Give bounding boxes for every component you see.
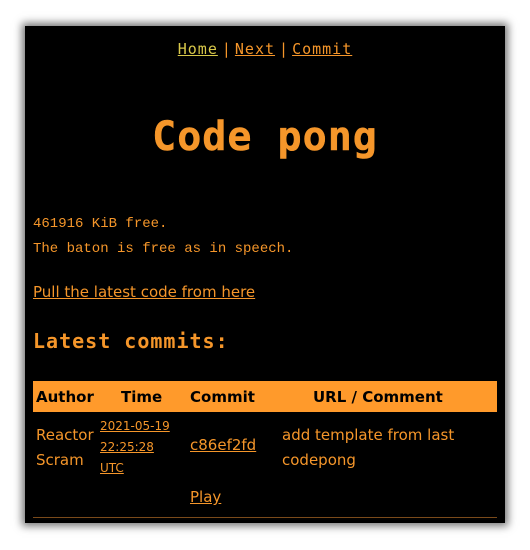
time-date: 2021-05-19 [100, 419, 170, 433]
commit-hash-link[interactable]: c86ef2fd [190, 436, 256, 454]
nav-home-link[interactable]: Home [178, 40, 218, 58]
commits-table-header: Author Time Commit URL / Comment [33, 381, 497, 412]
author-name-line: Scram [36, 451, 84, 469]
comment-line: codepong [282, 451, 356, 469]
latest-commits-heading: Latest commits: [33, 329, 229, 353]
comment-line: add template from last [282, 426, 455, 444]
header-commit: Commit [190, 388, 255, 406]
header-time: Time [121, 388, 163, 406]
nav-separator: | [279, 40, 289, 58]
pull-code-link[interactable]: Pull the latest code from here [33, 283, 255, 301]
table-divider [33, 517, 497, 518]
page-title: Code pong [152, 114, 378, 161]
nav-commit-link[interactable]: Commit [292, 40, 352, 58]
commit-comment: add template from last codepong [282, 423, 492, 473]
author-cell: Reactor Scram [36, 423, 94, 473]
commit-time-link[interactable]: 2021-05-19 22:25:28 UTC [100, 416, 170, 479]
nav-next-link[interactable]: Next [235, 40, 275, 58]
top-nav: Home | Next | Commit [25, 40, 505, 58]
free-space-text: 461916 KiB free. [33, 216, 168, 232]
header-url-comment: URL / Comment [313, 388, 443, 406]
time-clock: 22:25:28 [100, 440, 154, 454]
author-name-line: Reactor [36, 426, 94, 444]
header-author: Author [36, 388, 94, 406]
baton-status-text: The baton is free as in speech. [33, 241, 294, 257]
time-zone: UTC [100, 461, 124, 475]
nav-separator: | [221, 40, 231, 58]
play-link[interactable]: Play [190, 488, 221, 506]
page-window: Home | Next | Commit Code pong 461916 KiB fr… [25, 26, 505, 523]
